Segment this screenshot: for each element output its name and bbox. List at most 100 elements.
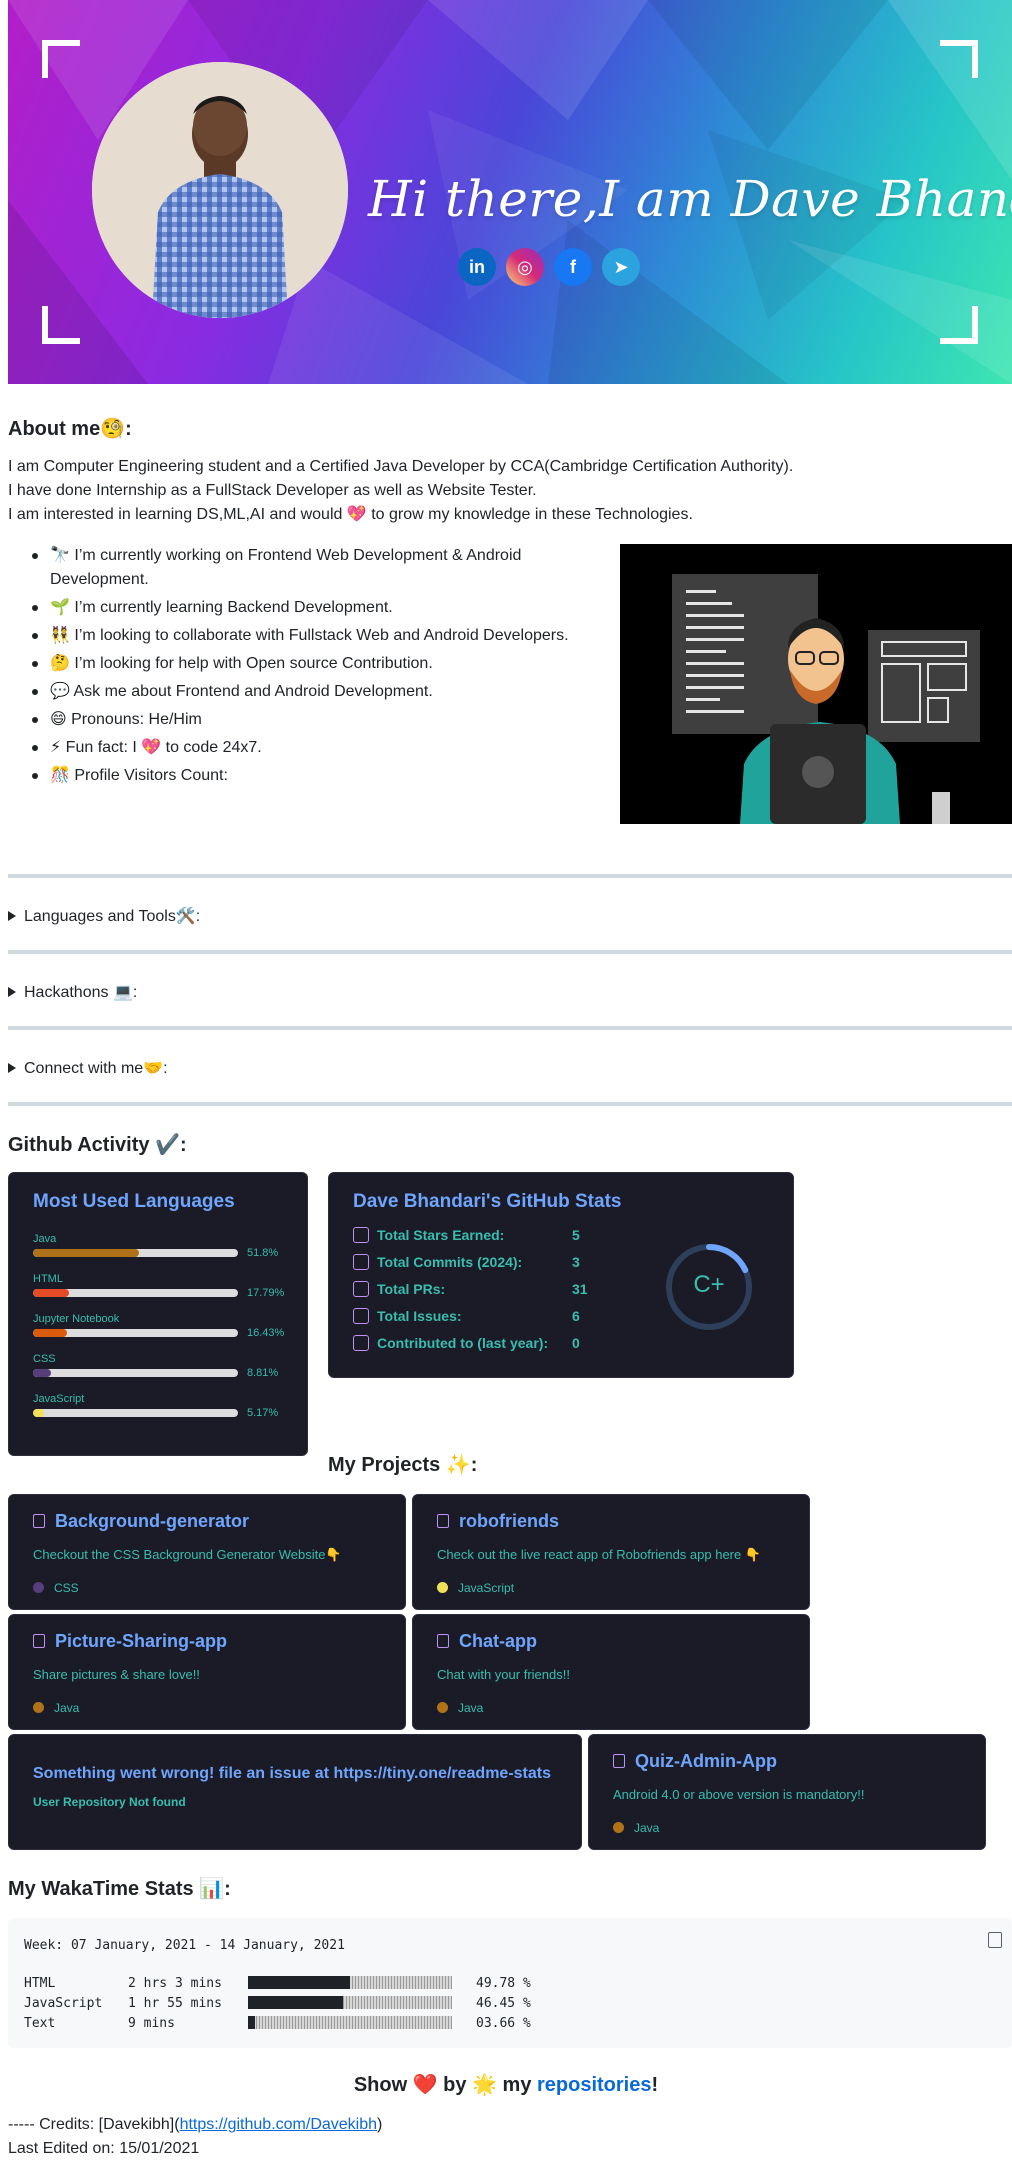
- divider: [8, 1026, 1012, 1030]
- about-heading: About me🧐:: [8, 418, 132, 440]
- language-bar: [33, 1369, 238, 1377]
- waka-percent: 03.66 %: [476, 2016, 531, 2031]
- copy-icon[interactable]: [988, 1932, 1002, 1948]
- language-name: CSS: [33, 1353, 56, 1365]
- error-card[interactable]: Something went wrong! file an issue at h…: [8, 1734, 582, 1850]
- language-bar: [33, 1409, 238, 1417]
- waka-language: HTML: [24, 1976, 56, 1991]
- languages-summary: Languages and Tools🛠️:: [24, 908, 201, 925]
- stat-row: Contributed to (last year): 0: [353, 1335, 580, 1351]
- language-bar-fill: [33, 1289, 70, 1297]
- rank-label: C+: [693, 1271, 725, 1298]
- list-item: 💬 Ask me about Frontend and Android Deve…: [32, 680, 592, 704]
- language-color-dot: [33, 1582, 44, 1593]
- last-edited: Last Edited on: 15/01/2021: [8, 2140, 200, 2157]
- waka-bar: [248, 1976, 452, 1989]
- repo-card[interactable]: robofriends Check out the live react app …: [412, 1494, 810, 1610]
- list-item: 🌱 I’m currently learning Backend Develop…: [32, 596, 592, 620]
- star-icon: [353, 1227, 369, 1243]
- repo-description: Android 4.0 or above version is mandator…: [613, 1787, 865, 1802]
- profile-photo: [92, 62, 348, 318]
- pull-request-icon: [353, 1281, 369, 1297]
- waka-row: Text 9 mins 03.66 %: [24, 2016, 531, 2031]
- stat-row: Total PRs: 31: [353, 1281, 588, 1297]
- error-title: Something went wrong! file an issue at h…: [33, 1765, 551, 1782]
- github-stats-card[interactable]: Dave Bhandari's GitHub Stats Total Stars…: [328, 1172, 794, 1378]
- instagram-icon[interactable]: ◎: [506, 248, 544, 286]
- repo-card[interactable]: Chat-app Chat with your friends!! Java: [412, 1614, 810, 1730]
- waka-time: 1 hr 55 mins: [128, 1996, 222, 2011]
- about-line: I am Computer Engineering student and a …: [8, 458, 794, 475]
- github-activity-heading: Github Activity ✔️:: [8, 1134, 187, 1156]
- wakatime-code-block: Week: 07 January, 2021 - 14 January, 202…: [8, 1918, 1012, 2048]
- languages-toggle[interactable]: Languages and Tools🛠️:: [8, 906, 200, 926]
- list-item: 🤔 I’m looking for help with Open source …: [32, 652, 592, 676]
- divider: [8, 874, 1012, 878]
- waka-bar: [248, 2016, 452, 2029]
- repo-name[interactable]: Quiz-Admin-App: [635, 1751, 777, 1771]
- waka-language: Text: [24, 2016, 56, 2031]
- repo-language: CSS: [54, 1581, 79, 1595]
- waka-time: 9 mins: [128, 2016, 175, 2031]
- language-bar: [33, 1289, 238, 1297]
- show-love-text: Show ❤️ by 🌟 my: [353, 2074, 537, 2096]
- credits-link[interactable]: https://github.com/Davekibh: [180, 2116, 377, 2133]
- repo-name[interactable]: Background-generator: [55, 1511, 249, 1531]
- stat-label: Total Commits (2024):: [377, 1254, 523, 1270]
- language-name: Java: [33, 1233, 57, 1245]
- repo-icon: [437, 1634, 449, 1648]
- card-title: Dave Bhandari's GitHub Stats: [353, 1191, 622, 1212]
- developer-illustration: [620, 544, 1012, 824]
- repo-icon: [437, 1514, 449, 1528]
- stat-label: Total PRs:: [377, 1281, 446, 1297]
- issue-icon: [353, 1308, 369, 1324]
- divider: [8, 950, 1012, 954]
- list-item: 👯 I’m looking to collaborate with Fullst…: [32, 624, 592, 648]
- repo-description: Check out the live react app of Robofrie…: [437, 1547, 762, 1562]
- language-name: JavaScript: [33, 1393, 85, 1405]
- repo-icon: [33, 1514, 45, 1528]
- repo-card[interactable]: Quiz-Admin-App Android 4.0 or above versi…: [588, 1734, 986, 1850]
- about-line: I am interested in learning DS,ML,AI and…: [8, 506, 693, 523]
- frame-corner: [940, 306, 978, 344]
- language-row: HTML 17.79%: [33, 1273, 298, 1299]
- stat-row: Total Stars Earned: 5: [353, 1227, 580, 1243]
- linkedin-icon[interactable]: in: [458, 248, 496, 286]
- repo-description: Share pictures & share love!!: [33, 1667, 200, 1682]
- waka-bar-fill: [248, 2016, 256, 2029]
- most-used-languages-card[interactable]: Most Used Languages Java 51.8% HTML 17.79% J…: [8, 1172, 308, 1456]
- repo-card[interactable]: Background-generator Checkout the CSS Bac…: [8, 1494, 406, 1610]
- language-percent: 16.43%: [247, 1327, 285, 1339]
- repo-card[interactable]: Picture-Sharing-app Share pictures & shar…: [8, 1614, 406, 1730]
- language-row: Jupyter Notebook 16.43%: [33, 1313, 298, 1339]
- repo-name[interactable]: Picture-Sharing-app: [55, 1631, 227, 1651]
- language-percent: 17.79%: [247, 1287, 285, 1299]
- divider: [8, 1102, 1012, 1106]
- telegram-icon[interactable]: ➤: [602, 248, 640, 286]
- repositories-link[interactable]: repositories: [537, 2074, 651, 2096]
- stat-row: Total Commits (2024): 3: [353, 1254, 580, 1270]
- stat-value: 3: [572, 1254, 580, 1270]
- language-bar: [33, 1249, 238, 1257]
- waka-percent: 49.78 %: [476, 1976, 531, 1991]
- list-item: 🎊 Profile Visitors Count:: [32, 764, 592, 788]
- language-row: JavaScript 5.17%: [33, 1393, 298, 1419]
- language-percent: 51.8%: [247, 1247, 279, 1259]
- developer-illustration-art: [672, 574, 980, 824]
- connect-summary: Connect with me🤝:: [24, 1060, 168, 1077]
- show-love-end: !: [651, 2074, 659, 2096]
- repo-name[interactable]: robofriends: [459, 1511, 559, 1531]
- waka-percent: 46.45 %: [476, 1996, 531, 2011]
- language-bar-fill: [33, 1249, 140, 1257]
- waka-bar: [248, 1996, 452, 2009]
- repo-icon: [33, 1634, 45, 1648]
- language-name: Jupyter Notebook: [33, 1313, 120, 1325]
- facebook-icon[interactable]: f: [554, 248, 592, 286]
- caret-right-icon: [8, 987, 16, 997]
- hackathons-toggle[interactable]: Hackathons 💻:: [8, 982, 137, 1002]
- about-bullets: 🔭 I’m currently working on Frontend Web …: [32, 544, 592, 792]
- waka-time: 2 hrs 3 mins: [128, 1976, 222, 1991]
- connect-toggle[interactable]: Connect with me🤝:: [8, 1058, 168, 1078]
- stat-value: 6: [572, 1308, 580, 1324]
- repo-name[interactable]: Chat-app: [459, 1631, 537, 1651]
